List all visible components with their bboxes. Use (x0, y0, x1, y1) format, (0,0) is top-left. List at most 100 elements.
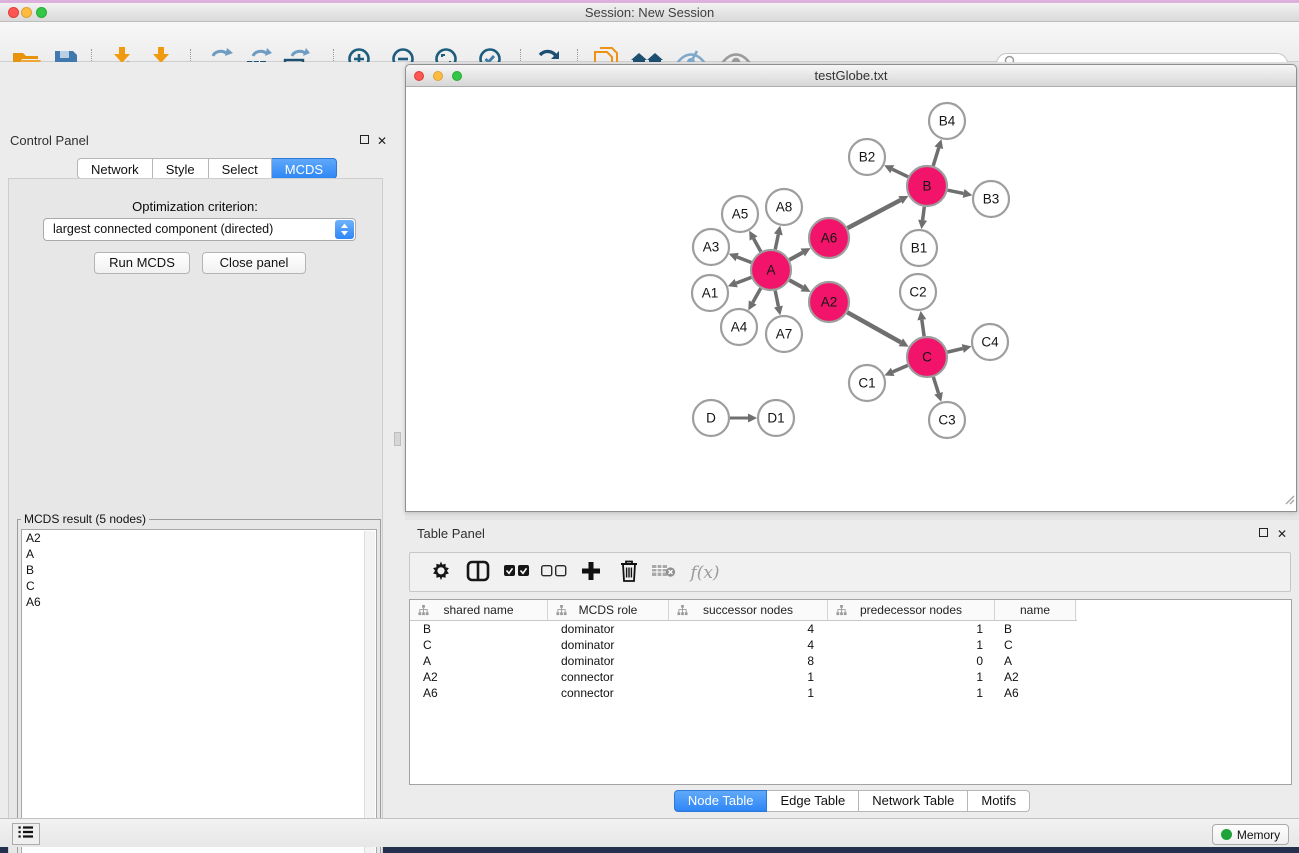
node-D1[interactable]: D1 (758, 400, 794, 436)
node-A2[interactable]: A2 (809, 282, 849, 322)
edge-A-A8[interactable] (775, 234, 778, 249)
node-B4[interactable]: B4 (929, 103, 965, 139)
tab-network-table[interactable]: Network Table (859, 790, 968, 812)
close-panel-icon[interactable]: ✕ (377, 135, 387, 147)
show-column-panel-button[interactable] (461, 556, 495, 590)
edge-C-C1[interactable] (893, 365, 908, 372)
column-header-predecessor-nodes[interactable]: predecessor nodes (828, 600, 995, 620)
node-D[interactable]: D (693, 400, 729, 436)
close-panel-button[interactable]: Close panel (202, 252, 306, 274)
node-A5[interactable]: A5 (722, 196, 758, 232)
edge-C-C2[interactable] (922, 320, 924, 336)
tab-edge-table[interactable]: Edge Table (767, 790, 859, 812)
edge-A-A2[interactable] (789, 280, 802, 287)
node-A8[interactable]: A8 (766, 189, 802, 225)
main-toolbar (0, 22, 1299, 62)
window-resize-grip[interactable] (1283, 492, 1295, 510)
node-C4[interactable]: C4 (972, 324, 1008, 360)
tab-style[interactable]: Style (153, 158, 209, 179)
table-row[interactable]: A6connector11A6 (410, 685, 1291, 701)
table-row[interactable]: Bdominator41B (410, 621, 1291, 637)
zoom-network-light[interactable] (452, 71, 462, 81)
memory-button[interactable]: Memory (1212, 824, 1289, 845)
column-header-MCDS-role[interactable]: MCDS role (548, 600, 669, 620)
trash-icon (620, 560, 638, 587)
task-history-button[interactable] (12, 823, 40, 845)
edge-C-C4[interactable] (947, 348, 962, 352)
close-window-light[interactable] (8, 7, 19, 18)
node-C2[interactable]: C2 (900, 274, 936, 310)
edge-A-A3[interactable] (737, 257, 751, 262)
edge-A-A1[interactable] (736, 277, 751, 283)
column-header-shared-name[interactable]: shared name (410, 600, 548, 620)
edge-B-B2[interactable] (892, 169, 908, 177)
node-A6[interactable]: A6 (809, 218, 849, 258)
plus-icon (581, 561, 601, 586)
zoom-window-light[interactable] (36, 7, 47, 18)
result-list-item[interactable]: A (22, 546, 376, 562)
result-list-item[interactable]: C (22, 578, 376, 594)
minimize-window-light[interactable] (21, 7, 32, 18)
edge-A-A4[interactable] (753, 288, 761, 302)
result-list-item[interactable]: A6 (22, 594, 376, 610)
node-B3[interactable]: B3 (973, 181, 1009, 217)
edge-B-B3[interactable] (948, 190, 964, 193)
result-list-item[interactable]: A2 (22, 530, 376, 546)
edge-A2-C[interactable] (847, 312, 901, 342)
table-cell: A2 (410, 669, 548, 685)
node-B1[interactable]: B1 (901, 230, 937, 266)
svg-text:A5: A5 (732, 207, 749, 222)
close-network-light[interactable] (414, 71, 424, 81)
tab-network[interactable]: Network (77, 158, 153, 179)
add-column-button[interactable] (574, 556, 608, 590)
edge-A6-B[interactable] (848, 200, 901, 228)
float-panel-icon[interactable] (360, 134, 369, 146)
edge-B-B1[interactable] (923, 207, 925, 220)
table-row[interactable]: Adominator80A (410, 653, 1291, 669)
column-header-name[interactable]: name (995, 600, 1076, 620)
table-cell: 4 (669, 637, 828, 653)
node-C1[interactable]: C1 (849, 365, 885, 401)
status-bar: Memory (0, 818, 1299, 847)
criterion-dropdown[interactable]: largest connected component (directed) (43, 218, 356, 241)
close-table-panel-icon[interactable]: ✕ (1277, 528, 1287, 540)
tab-node-table[interactable]: Node Table (674, 790, 768, 812)
result-list-scrollbar[interactable] (364, 531, 375, 853)
node-A1[interactable]: A1 (692, 275, 728, 311)
node-B[interactable]: B (907, 166, 947, 206)
edge-C-C3[interactable] (933, 377, 938, 393)
edge-B-B4[interactable] (933, 148, 939, 166)
node-C[interactable]: C (907, 337, 947, 377)
network-window-titlebar[interactable]: testGlobe.txt (406, 65, 1296, 87)
tab-motifs[interactable]: Motifs (968, 790, 1030, 812)
delete-table-icon (652, 563, 676, 584)
minimize-network-light[interactable] (433, 71, 443, 81)
node-A[interactable]: A (751, 250, 791, 290)
tab-select[interactable]: Select (209, 158, 272, 179)
column-header-successor-nodes[interactable]: successor nodes (669, 600, 828, 620)
table-settings-button[interactable] (424, 556, 458, 590)
table-row[interactable]: Cdominator41C (410, 637, 1291, 653)
function-builder-button[interactable]: f(x) (683, 556, 727, 590)
node-C3[interactable]: C3 (929, 402, 965, 438)
run-mcds-button[interactable]: Run MCDS (94, 252, 190, 274)
edge-A-A5[interactable] (754, 238, 761, 251)
edge-A-A7[interactable] (775, 291, 778, 307)
unselect-all-columns-button[interactable] (537, 556, 571, 590)
delete-table-button[interactable] (647, 556, 681, 590)
node-A3[interactable]: A3 (693, 229, 729, 265)
node-A4[interactable]: A4 (721, 309, 757, 345)
splitter-handle[interactable] (394, 432, 401, 446)
node-A7[interactable]: A7 (766, 316, 802, 352)
result-list-item[interactable]: B (22, 562, 376, 578)
tab-mcds[interactable]: MCDS (272, 158, 337, 179)
criterion-value: largest connected component (directed) (53, 222, 273, 236)
edge-A-A6[interactable] (789, 252, 802, 259)
table-row[interactable]: A2connector11A2 (410, 669, 1291, 685)
delete-columns-button[interactable] (612, 556, 646, 590)
node-B2[interactable]: B2 (849, 139, 885, 175)
float-table-panel-icon[interactable] (1259, 527, 1268, 539)
vertical-splitter[interactable] (390, 62, 405, 818)
select-all-columns-button[interactable] (500, 556, 534, 590)
network-canvas[interactable]: B4 B2 B B3 A8 A5 A6 A3 B1 A A1 C2 A2 A4A7 C4 C C1 C3 D D1 (407, 88, 1297, 512)
